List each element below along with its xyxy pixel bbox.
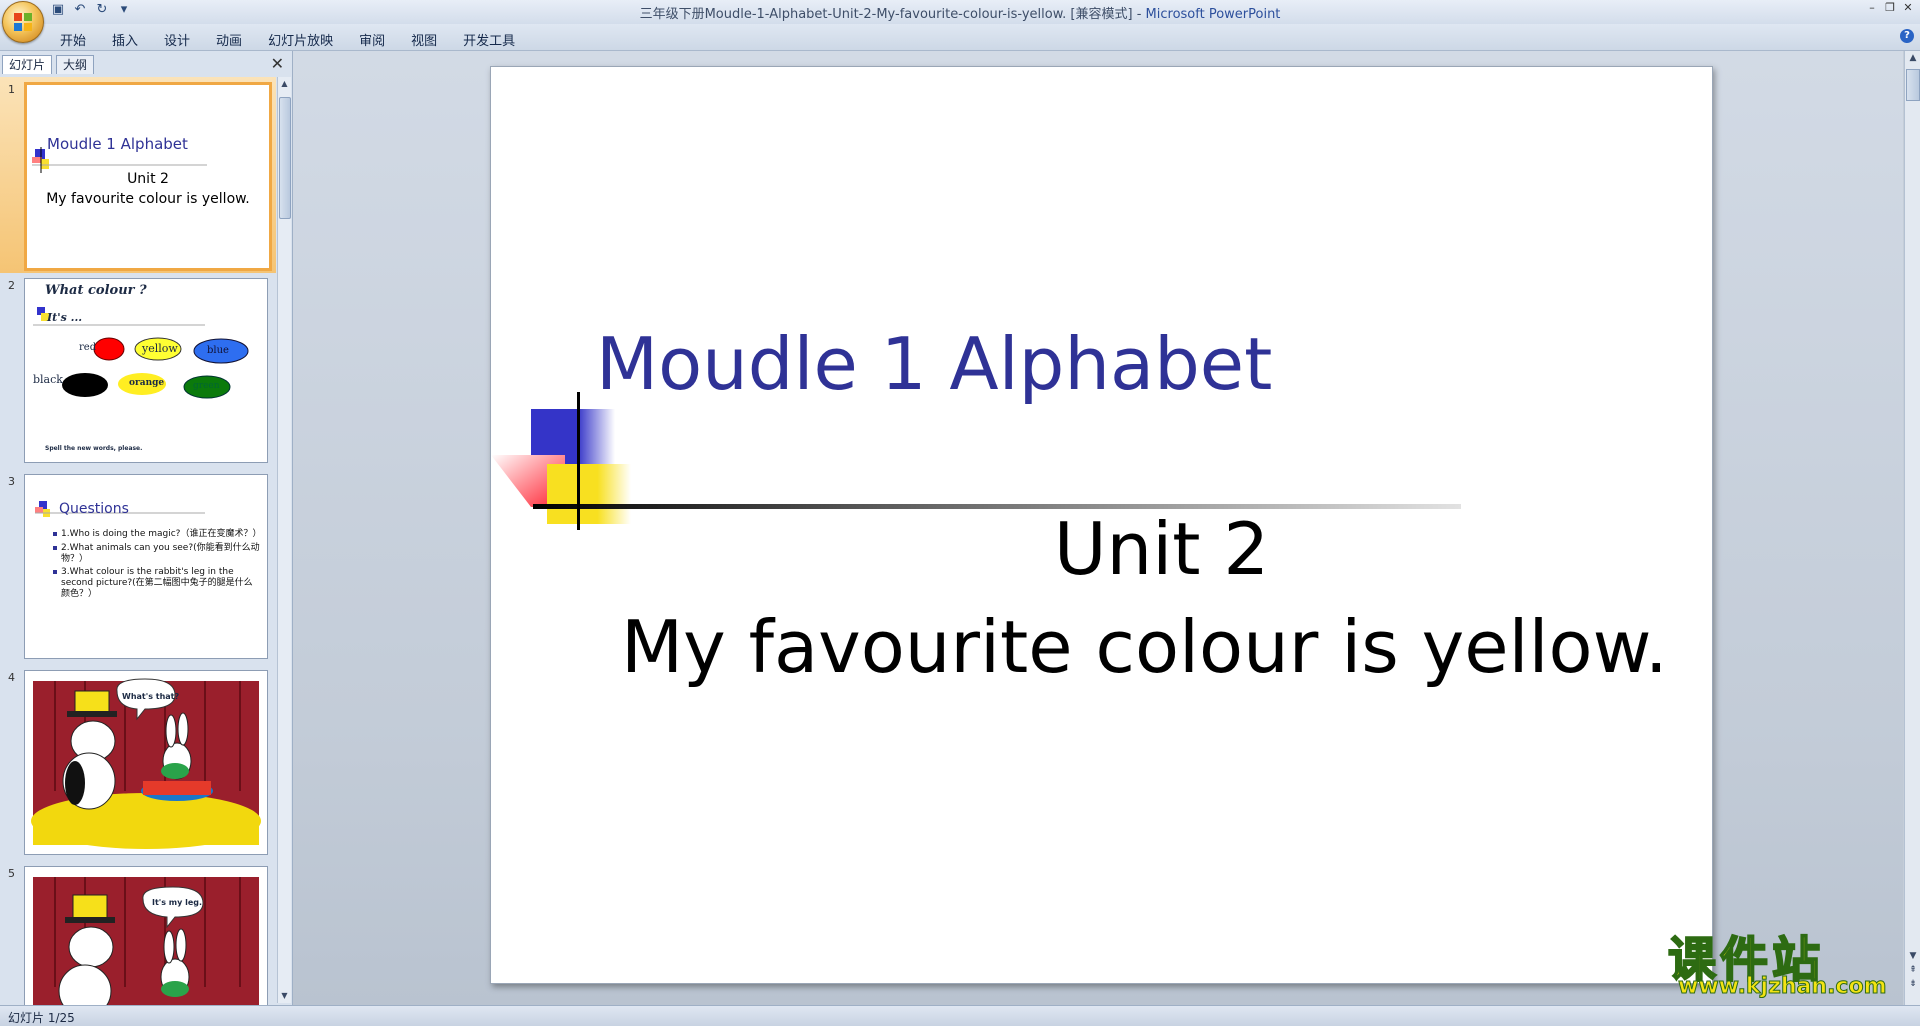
tab-developer[interactable]: 开发工具	[463, 30, 515, 49]
help-icon[interactable]: ?	[1900, 29, 1914, 43]
slide-thumbnail-2[interactable]: 2 What colour ? It's ... red yellow blue…	[0, 273, 276, 469]
thumb-line-1: Unit 2	[127, 171, 169, 187]
current-slide[interactable]: Moudle 1 Alphabet Unit 2 My favourite co…	[490, 66, 1713, 984]
office-button[interactable]	[2, 1, 44, 43]
slide-thumbnail-5[interactable]: 5 It's my leg.	[0, 861, 276, 1005]
next-slide-icon[interactable]: ⇟	[1905, 977, 1920, 991]
slide-number: 4	[8, 671, 15, 684]
color-label-blue: blue	[207, 345, 229, 356]
scrollbar-thumb[interactable]	[1906, 69, 1920, 101]
slide-thumbnail-1[interactable]: 1 Moudle 1 Alphabet Unit 2 My favourite …	[0, 77, 276, 273]
watermark-logo: 课件站 www.kjzhan.com	[1667, 920, 1904, 1002]
tab-view[interactable]: 视图	[411, 30, 437, 49]
bullet-icon	[53, 532, 57, 536]
slide-preview: It's my leg.	[24, 866, 268, 1005]
color-label-red: red	[79, 342, 97, 353]
scroll-up-icon[interactable]: ▲	[278, 77, 291, 91]
scrollbar-thumb[interactable]	[279, 97, 291, 219]
tab-animations[interactable]: 动画	[216, 30, 242, 49]
color-label-black: black	[33, 373, 63, 386]
editor-scrollbar[interactable]: ▲ ▼ ⇞ ⇟	[1904, 51, 1920, 1005]
slide-subtitle-sentence[interactable]: My favourite colour is yellow.	[621, 605, 1668, 689]
slide-subtitle-unit[interactable]: Unit 2	[491, 507, 1712, 591]
thumb-sub: It's ...	[47, 311, 83, 324]
tab-insert[interactable]: 插入	[112, 30, 138, 49]
slide-number: 2	[8, 279, 15, 292]
tab-home[interactable]: 开始	[60, 30, 86, 49]
app-name: Microsoft PowerPoint	[1145, 7, 1281, 22]
slide-thumbnails: 1 Moudle 1 Alphabet Unit 2 My favourite …	[0, 77, 276, 1005]
slide-preview: What colour ? It's ... red yellow blue b…	[24, 278, 268, 463]
watermark-url: www.kjzhan.com	[1678, 974, 1888, 1000]
thumb-line-2: My favourite colour is yellow.	[46, 191, 250, 207]
scroll-down-icon[interactable]: ▼	[1905, 949, 1920, 963]
document-title: 三年级下册Moudle-1-Alphabet-Unit-2-My-favouri…	[639, 7, 1133, 22]
ribbon-tabs: 开始 插入 设计 动画 幻灯片放映 审阅 视图 开发工具 ?	[0, 24, 1920, 51]
slide-preview: What's that?	[24, 670, 268, 855]
thumbnail-scrollbar[interactable]: ▲ ▼	[277, 77, 291, 1003]
window-title: 三年级下册Moudle-1-Alphabet-Unit-2-My-favouri…	[639, 7, 1281, 22]
thumb-title: Moudle 1 Alphabet	[47, 135, 188, 153]
tab-outline[interactable]: 大纲	[56, 55, 95, 74]
minimize-icon[interactable]: –	[1864, 1, 1880, 15]
slide-title[interactable]: Moudle 1 Alphabet	[596, 322, 1272, 406]
close-panel-icon[interactable]: ✕	[271, 56, 284, 72]
slide-number: 1	[8, 83, 15, 96]
speech-bubble-text: What's that?	[122, 692, 180, 701]
status-bar: 幻灯片 1/25	[0, 1005, 1920, 1026]
question-2: 2.What animals can you see?(你能看到什么动物？）	[61, 543, 260, 564]
slide-number: 5	[8, 867, 15, 880]
tab-design[interactable]: 设计	[164, 30, 190, 49]
cartoon-illustration	[33, 877, 259, 1005]
thumb-footer: Spell the new words, please.	[45, 445, 143, 452]
close-icon[interactable]: ✕	[1900, 1, 1916, 15]
slide-thumbnail-3[interactable]: 3 Questions 1.Who is doing the magic?（谁正…	[0, 469, 276, 665]
color-label-yellow: yellow	[142, 342, 178, 355]
tab-slideshow[interactable]: 幻灯片放映	[268, 30, 333, 49]
title-bar: ▣ ↶ ↻ ▾ 三年级下册Moudle-1-Alphabet-Unit-2-My…	[0, 0, 1920, 43]
restore-icon[interactable]: ❐	[1882, 1, 1898, 15]
bullet-icon	[53, 546, 57, 550]
window-controls: – ❐ ✕	[1864, 1, 1916, 15]
bullet-icon	[53, 570, 57, 574]
slide-indicator: 幻灯片 1/25	[8, 1011, 75, 1025]
thumb-heading: Questions	[59, 501, 129, 517]
tab-slides[interactable]: 幻灯片	[2, 55, 53, 74]
slide-preview: Questions 1.Who is doing the magic?（谁正在变…	[24, 474, 268, 659]
scroll-up-icon[interactable]: ▲	[1905, 51, 1920, 65]
color-label-green: green	[193, 381, 220, 391]
slide-thumbnail-4[interactable]: 4 What's that?	[0, 665, 276, 861]
office-logo-icon	[14, 13, 32, 31]
color-label-orange: orange	[129, 378, 165, 388]
question-3: 3.What colour is the rabbit's leg in the…	[61, 567, 253, 599]
question-1: 1.Who is doing the magic?（谁正在变魔术？）	[61, 529, 262, 539]
slide-number: 3	[8, 475, 15, 488]
slide-preview: Moudle 1 Alphabet Unit 2 My favourite co…	[24, 82, 272, 271]
decorative-squares	[33, 307, 249, 399]
scroll-down-icon[interactable]: ▼	[278, 989, 291, 1003]
tab-review[interactable]: 审阅	[359, 30, 385, 49]
slides-panel: 幻灯片 大纲 ✕ 1 Moudle 1 Alphabet Unit 2 My f…	[0, 51, 293, 1005]
speech-bubble-text: It's my leg.	[152, 898, 203, 907]
previous-slide-icon[interactable]: ⇞	[1905, 963, 1920, 977]
